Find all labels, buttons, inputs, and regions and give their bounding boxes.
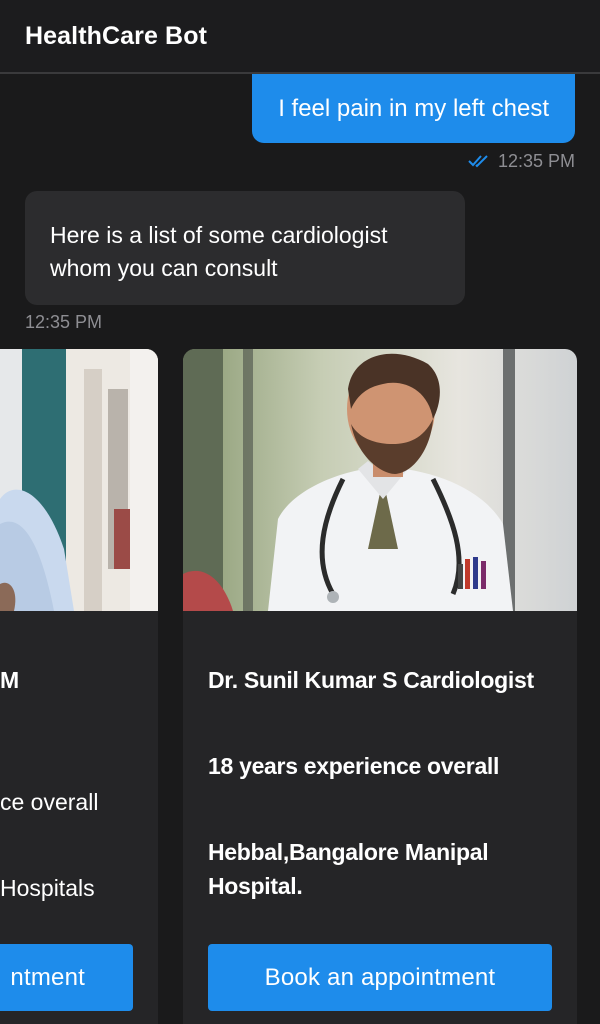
doctor-location: Hospitals xyxy=(0,875,95,901)
doctor-photo xyxy=(0,349,158,611)
doctor-photo xyxy=(183,349,577,611)
outgoing-message-meta: 12:35 PM xyxy=(468,150,575,172)
app-title: HealthCare Bot xyxy=(25,22,207,50)
doctor-name: M xyxy=(0,667,20,693)
doctor-card[interactable]: Dr. Sunil Kumar S Cardiologist 18 years … xyxy=(183,349,577,1024)
incoming-message-time: 12:35 PM xyxy=(25,312,103,332)
book-appointment-button[interactable]: ntment xyxy=(0,944,133,1011)
app-header: HealthCare Bot xyxy=(0,0,600,74)
doctor-location-line-1: Hebbal,Bangalore Manipal xyxy=(208,839,489,865)
book-appointment-label: ntment xyxy=(10,963,85,991)
doctor-carousel[interactable]: M ce overall Hospitals ntment Dr. Sunil … xyxy=(0,349,600,1024)
doctor-experience: 18 years experience overall xyxy=(208,753,500,779)
chat-screen: HealthCare Bot I feel pain in my left ch… xyxy=(0,0,600,1024)
book-appointment-label: Book an appointment xyxy=(264,963,496,991)
doctor-card[interactable]: M ce overall Hospitals ntment xyxy=(0,349,158,1024)
outgoing-message-time: 12:35 PM xyxy=(497,150,575,171)
incoming-message-bubble: Here is a list of some cardiologist whom… xyxy=(25,191,465,305)
incoming-message-line-1: Here is a list of some cardiologist xyxy=(50,222,388,248)
doctor-name: Dr. Sunil Kumar S Cardiologist xyxy=(208,667,534,693)
outgoing-message-bubble: I feel pain in my left chest xyxy=(252,74,575,143)
doctor-location-line-2: Hospital. xyxy=(208,873,303,899)
double-check-icon xyxy=(468,154,492,168)
book-appointment-button[interactable]: Book an appointment xyxy=(208,944,552,1011)
outgoing-message-text: I feel pain in my left chest xyxy=(278,94,549,122)
doctor-location: Hebbal,Bangalore Manipal Hospital. xyxy=(208,835,568,903)
doctor-experience: ce overall xyxy=(0,789,99,815)
incoming-message-line-2: whom you can consult xyxy=(50,255,278,281)
